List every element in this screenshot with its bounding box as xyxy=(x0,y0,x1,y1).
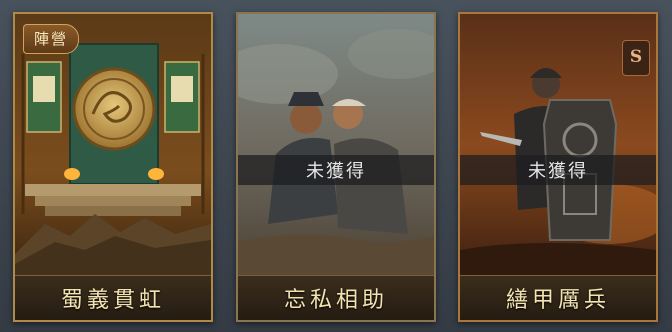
status-banner: 未獲得 xyxy=(460,155,656,185)
status-not-obtained: 未獲得 xyxy=(306,161,366,182)
card-title: 繕甲厲兵 xyxy=(505,288,610,313)
card-title-bar: 繕甲厲兵 xyxy=(460,275,656,320)
card-title-bar: 蜀義貫虹 xyxy=(15,275,211,320)
status-not-obtained: 未獲得 xyxy=(528,161,588,182)
card-prepare-armor[interactable]: S 未獲得 繕甲厲兵 xyxy=(458,12,658,322)
card-title: 蜀義貫虹 xyxy=(60,288,165,313)
s-rank-icon: S xyxy=(622,40,650,76)
card-art-two-soldiers xyxy=(238,14,434,276)
card-selfless-help[interactable]: 未獲得 忘私相助 xyxy=(236,12,436,322)
camp-badge: 陣營 xyxy=(23,24,80,54)
card-title: 忘私相助 xyxy=(283,288,388,313)
status-banner: 未獲得 xyxy=(238,155,434,185)
card-title-bar: 忘私相助 xyxy=(238,275,434,320)
card-shu-loyalty[interactable]: 陣營 蜀義貫虹 xyxy=(13,12,213,322)
